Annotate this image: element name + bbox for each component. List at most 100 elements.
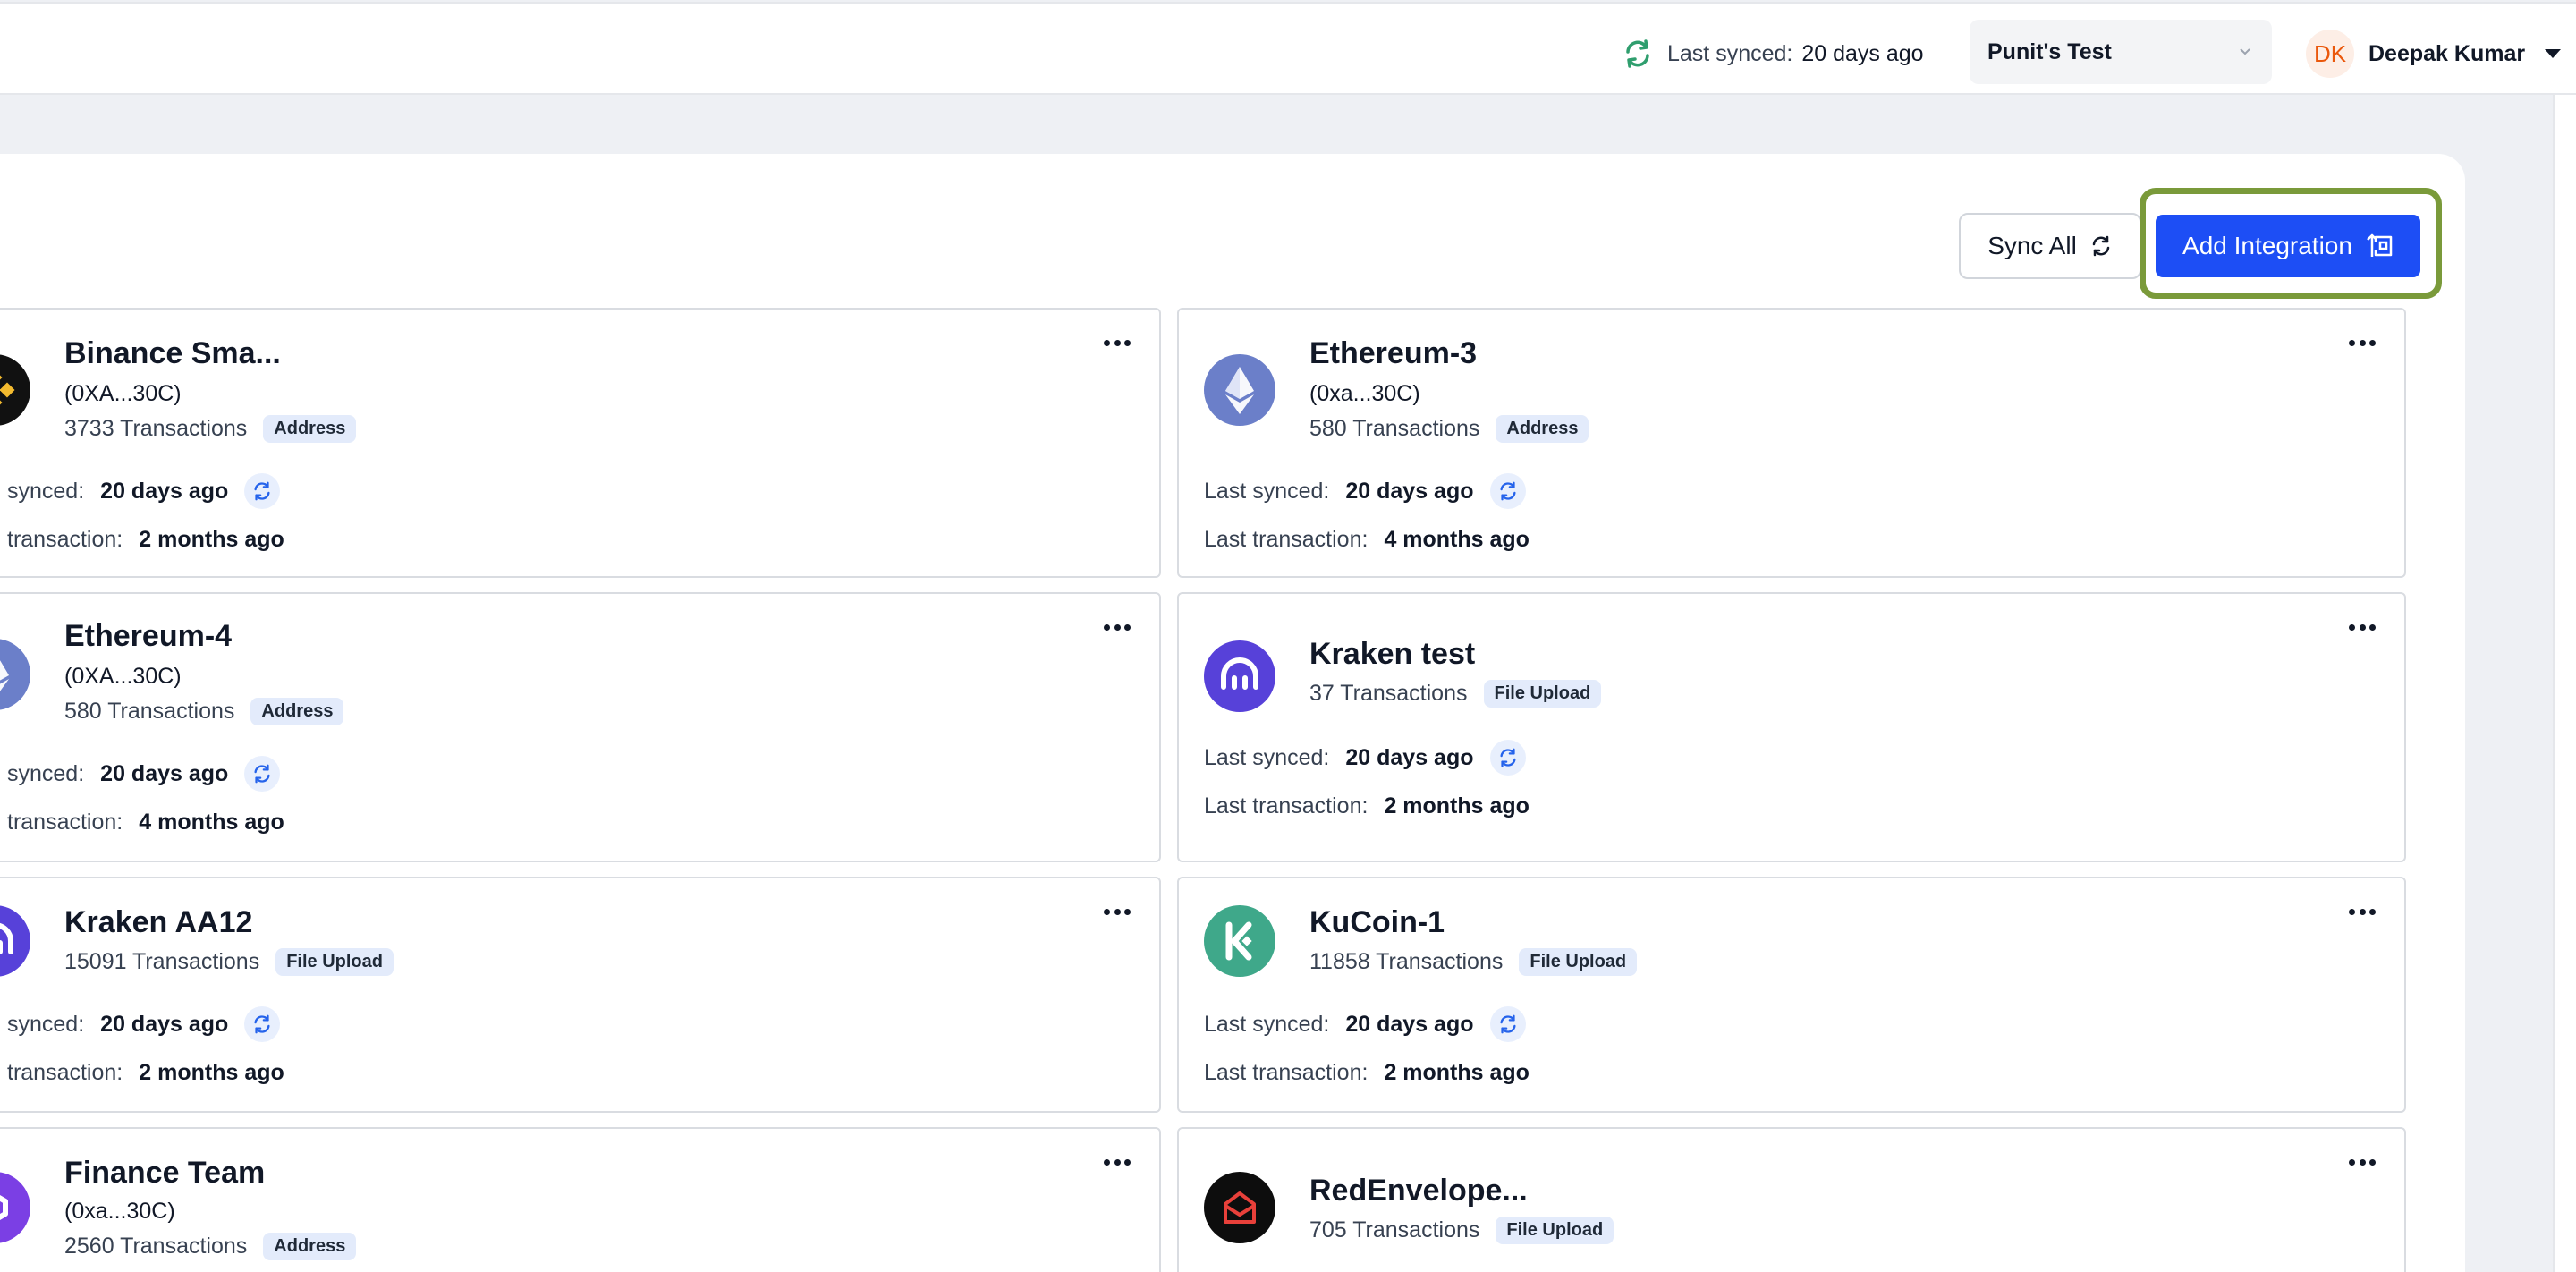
integration-transactions: 15091 Transactions File Upload [64,946,394,977]
resync-button[interactable] [244,473,281,509]
sync-all-label: Sync All [1987,232,2077,259]
integration-transactions: 705 Transactions File Upload [1309,1215,1614,1245]
last-synced-value: 20 days ago [1345,744,1474,770]
integration-transactions: 580 Transactions Address [64,696,344,726]
integration-card[interactable]: Ethereum-3 (0xa...30C) 580 Transactions … [1177,308,2406,578]
last-transaction-row: transaction: 4 months ago [7,807,284,837]
workspace-select[interactable]: Punit's Test [1970,20,2272,84]
type-badge: Address [1496,414,1589,443]
resync-button[interactable] [244,756,281,792]
last-synced-label: Last synced: [1667,40,1793,66]
last-synced-label: Last synced: [1204,1011,1330,1037]
redenvelope-icon [1204,1172,1275,1243]
integration-transactions: 37 Transactions File Upload [1309,678,1602,708]
transaction-count: 11858 Transactions [1309,948,1504,974]
last-synced-value: 20 days ago [100,760,229,786]
sync-status-icon [1626,39,1649,68]
transaction-count: 15091 Transactions [64,948,260,974]
last-synced-row: synced: 20 days ago [7,473,281,509]
integration-name: KuCoin-1 [1309,905,1445,939]
integration-name: Kraken test [1309,637,1476,671]
binance-icon [0,354,30,426]
integration-name: Ethereum-4 [64,619,233,653]
transaction-count: 3733 Transactions [64,415,248,441]
user-name: Deepak Kumar [2368,40,2526,66]
integration-name: RedEnvelope... [1309,1174,1528,1208]
integration-card[interactable]: Binance Sma... (0XA...30C) 3733 Transact… [0,308,1161,578]
kraken-icon [1204,640,1275,712]
polygon-icon [0,1172,30,1243]
kraken-icon [0,905,30,977]
transaction-count: 2560 Transactions [64,1233,248,1259]
refresh-icon [1499,748,1516,767]
integration-address: (0xa...30C) [1309,381,1420,406]
resync-button[interactable] [1489,1006,1526,1042]
add-integration-label: Add Integration [2182,232,2352,259]
more-options-icon[interactable] [2349,340,2376,349]
last-transaction-value: 2 months ago [1384,793,1530,818]
integration-card[interactable]: RedEnvelope... 705 Transactions File Upl… [1177,1127,2406,1272]
top-header: Last synced: 20 days ago Punit's Test DK… [0,2,2576,95]
transaction-count: 580 Transactions [64,698,235,724]
user-menu[interactable]: DK Deepak Kumar [2306,29,2562,79]
more-options-icon[interactable] [1104,340,1131,349]
integration-name: Finance Team [64,1156,266,1190]
last-synced-value: 20 days ago [100,478,229,504]
type-badge: File Upload [1519,947,1638,976]
right-scroll-area [2553,95,2576,1272]
integration-card[interactable]: KuCoin-1 11858 Transactions File Upload … [1177,877,2406,1113]
last-synced-row: Last synced: 20 days ago [1204,473,1526,509]
sync-all-button[interactable]: Sync All [1959,213,2141,279]
resync-button[interactable] [244,1006,281,1042]
last-synced-value: 20 days ago [100,1011,229,1037]
refresh-icon [1499,481,1516,501]
resync-button[interactable] [1489,473,1526,509]
last-transaction-row: transaction: 2 months ago [7,1057,284,1088]
ethereum-icon [1204,354,1275,426]
last-transaction-label: Last transaction: [1204,1059,1368,1085]
refresh-icon [254,481,270,501]
integration-card[interactable]: Kraken AA12 15091 Transactions File Uplo… [0,877,1161,1113]
last-synced-label: synced: [7,1011,85,1037]
integration-card[interactable]: Kraken test 37 Transactions File Upload … [1177,592,2406,862]
last-transaction-label: transaction: [7,1059,123,1085]
last-transaction-row: Last transaction: 2 months ago [1204,1057,1530,1088]
refresh-icon [1499,1014,1516,1034]
workspace-select-value: Punit's Test [1987,38,2112,64]
caret-down-icon [2545,49,2562,58]
more-options-icon[interactable] [1104,1159,1131,1168]
transaction-count: 37 Transactions [1309,680,1468,706]
type-badge: Address [250,697,344,725]
last-synced-label: Last synced: [1204,478,1330,504]
last-transaction-row: Last transaction: 4 months ago [1204,524,1530,555]
kucoin-icon [1204,905,1275,977]
resync-button[interactable] [1489,740,1526,776]
type-badge: Address [263,414,357,443]
transaction-count: 580 Transactions [1309,415,1480,441]
ethereum-icon [0,639,30,710]
more-options-icon[interactable] [2349,909,2376,918]
last-synced-value: 20 days ago [1345,478,1474,504]
integration-card[interactable]: Ethereum-4 (0XA...30C) 580 Transactions … [0,592,1161,862]
refresh-icon [254,764,270,784]
refresh-icon [2092,235,2110,257]
more-options-icon[interactable] [1104,909,1131,918]
more-options-icon[interactable] [2349,1159,2376,1168]
last-transaction-value: 2 months ago [139,526,284,552]
more-options-icon[interactable] [2349,624,2376,633]
integration-address: (0xa...30C) [64,1199,175,1224]
last-synced-label: Last synced: [1204,744,1330,770]
integration-transactions: 580 Transactions Address [1309,413,1589,444]
last-transaction-row: Last transaction: 2 months ago [1204,791,1530,821]
last-transaction-value: 2 months ago [139,1059,284,1085]
transaction-count: 705 Transactions [1309,1217,1480,1242]
last-transaction-row: transaction: 2 months ago [7,524,284,555]
integration-card[interactable]: Finance Team (0xa...30C) 2560 Transactio… [0,1127,1161,1272]
integration-transactions: 3733 Transactions Address [64,413,357,444]
integration-name: Ethereum-3 [1309,336,1478,370]
last-transaction-label: Last transaction: [1204,793,1368,818]
integration-transactions: 2560 Transactions Address [64,1231,357,1261]
more-options-icon[interactable] [1104,624,1131,633]
last-transaction-value: 2 months ago [1384,1059,1530,1085]
add-integration-button[interactable]: Add Integration [2156,215,2420,277]
